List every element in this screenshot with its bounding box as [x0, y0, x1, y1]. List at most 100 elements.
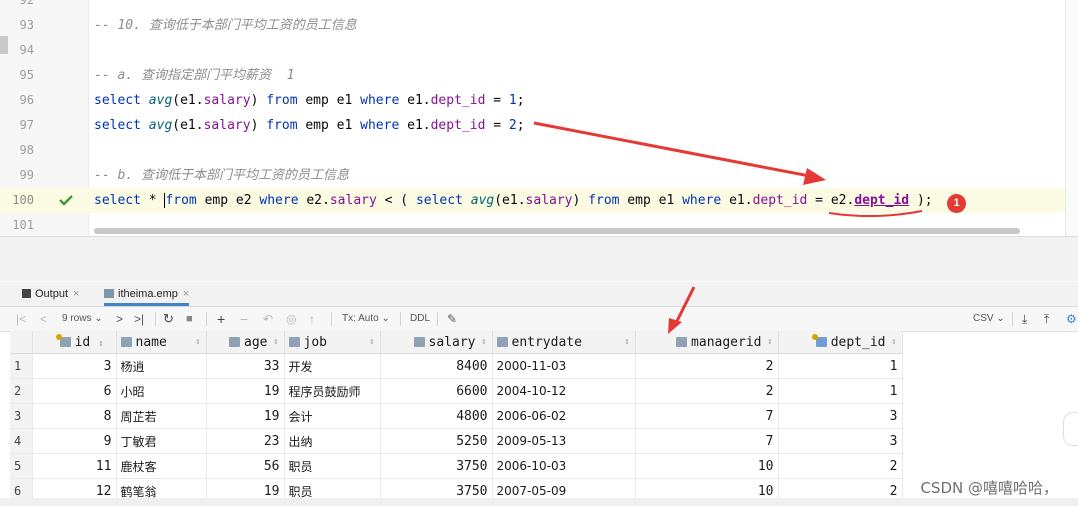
table-cell[interactable]: 2006-06-02 [492, 403, 636, 429]
upload-icon[interactable]: ⤒ [1044, 307, 1049, 331]
table-cell[interactable]: 8400 [380, 353, 493, 379]
code-text[interactable]: select * from emp e2 where e2.salary < (… [94, 188, 933, 213]
table-cell[interactable]: 7 [635, 428, 779, 454]
table-cell[interactable]: 3 [32, 353, 117, 379]
sort-icon[interactable]: ⇕ [481, 331, 486, 353]
table-cell[interactable]: 开发 [284, 353, 381, 379]
table-row[interactable]: 5 11 鹿杖客 56 职员 3750 2006-10-03 10 2 [10, 453, 903, 479]
column-header-age[interactable]: age ⇕ [206, 331, 285, 354]
tab-output[interactable]: Output × [22, 282, 79, 306]
table-cell[interactable]: 2006-10-03 [492, 453, 636, 479]
settings-icon[interactable]: ⚙ [1066, 307, 1077, 331]
revert-icon[interactable]: ↶ [263, 307, 273, 331]
code-text[interactable]: -- 10. 查询低于本部门平均工资的员工信息 [94, 13, 357, 38]
refresh-icon[interactable]: ↻ [163, 307, 174, 331]
table-cell[interactable]: 会计 [284, 403, 381, 429]
table-cell[interactable]: 丁敏君 [116, 428, 207, 454]
table-cell[interactable]: 鹿杖客 [116, 453, 207, 479]
export-format-select[interactable]: CSV ⌄ [973, 307, 1005, 331]
table-cell[interactable]: 5250 [380, 428, 493, 454]
code-text[interactable]: -- b. 查询低于本部门平均工资的员工信息 [94, 163, 349, 188]
stop-icon[interactable]: ■ [186, 307, 193, 331]
table-cell[interactable]: 2004-10-12 [492, 378, 636, 404]
table-cell[interactable]: 33 [206, 353, 285, 379]
preview-icon[interactable]: ◎ [286, 307, 296, 331]
table-cell[interactable]: 小昭 [116, 378, 207, 404]
editor-horizontal-scrollbar[interactable] [94, 228, 1020, 234]
table-cell[interactable]: 2 [635, 378, 779, 404]
sort-icon[interactable]: ⇕ [891, 331, 896, 353]
table-cell[interactable]: 6600 [380, 378, 493, 404]
table-cell[interactable]: 职员 [284, 453, 381, 479]
table-cell[interactable]: 程序员鼓励师 [284, 378, 381, 404]
table-row[interactable]: 2 6 小昭 19 程序员鼓励师 6600 2004-10-12 2 1 [10, 378, 903, 404]
table-cell[interactable]: 10 [635, 453, 779, 479]
table-row[interactable]: 4 9 丁敏君 23 出纳 5250 2009-05-13 7 3 [10, 428, 903, 454]
table-cell[interactable]: 出纳 [284, 428, 381, 454]
sql-editor[interactable]: 92 93 -- 10. 查询低于本部门平均工资的员工信息 94 95 -- a. 查询指… [0, 0, 1078, 236]
table-cell[interactable]: 2 [635, 353, 779, 379]
table-cell[interactable]: 4800 [380, 403, 493, 429]
table-cell[interactable]: 3 [778, 428, 903, 454]
row-count-select[interactable]: 9 rows ⌄ [62, 307, 103, 331]
table-cell[interactable]: 11 [32, 453, 117, 479]
table-row[interactable]: 3 8 周芷若 19 会计 4800 2006-06-02 7 3 [10, 403, 903, 429]
result-grid[interactable]: id ⇕ name ⇕ age ⇕ job ⇕ salary ⇕ entrydate ⇕ … [10, 331, 903, 504]
grid-horizontal-scrollbar[interactable] [0, 498, 1078, 506]
code-text[interactable]: select avg(e1.salary) from emp e1 where … [94, 88, 525, 113]
column-header-id[interactable]: id ⇕ [32, 331, 117, 354]
table-cell[interactable]: 7 [635, 403, 779, 429]
table-cell[interactable]: 19 [206, 378, 285, 404]
code-line[interactable]: 100 select * from emp e2 where e2.salary … [0, 188, 1078, 213]
code-line[interactable]: 93 -- 10. 查询低于本部门平均工资的员工信息 [0, 13, 1078, 38]
table-row[interactable]: 1 3 杨逍 33 开发 8400 2000-11-03 2 1 [10, 353, 903, 379]
code-line[interactable]: 95 -- a. 查询指定部门平均薪资 1 [0, 63, 1078, 88]
code-line[interactable]: 92 [0, 0, 1078, 13]
code-line[interactable]: 99 -- b. 查询低于本部门平均工资的员工信息 [0, 163, 1078, 188]
download-icon[interactable]: ⤓ [1022, 307, 1027, 331]
table-cell[interactable]: 23 [206, 428, 285, 454]
column-header-managerid[interactable]: managerid ⇕ [635, 331, 779, 354]
delete-row-icon[interactable]: − [240, 307, 248, 331]
table-cell[interactable]: 2000-11-03 [492, 353, 636, 379]
column-header-name[interactable]: name ⇕ [116, 331, 207, 354]
submit-icon[interactable]: ↑ [309, 307, 315, 331]
code-text[interactable]: select avg(e1.salary) from emp e1 where … [94, 113, 525, 138]
table-cell[interactable]: 56 [206, 453, 285, 479]
code-line[interactable]: 96 select avg(e1.salary) from emp e1 wher… [0, 88, 1078, 113]
code-text[interactable]: -- a. 查询指定部门平均薪资 1 [94, 63, 294, 88]
next-page-icon[interactable]: > [116, 307, 123, 331]
pin-icon[interactable]: ✎ [447, 307, 457, 331]
add-row-icon[interactable]: + [217, 307, 225, 331]
table-cell[interactable]: 2009-05-13 [492, 428, 636, 454]
table-cell[interactable]: 3 [778, 403, 903, 429]
table-cell[interactable]: 8 [32, 403, 117, 429]
close-icon[interactable]: × [183, 288, 189, 300]
table-cell[interactable]: 19 [206, 403, 285, 429]
sort-icon[interactable]: ⇕ [369, 331, 374, 353]
column-header-salary[interactable]: salary ⇕ [380, 331, 493, 354]
table-cell[interactable]: 杨逍 [116, 353, 207, 379]
ddl-button[interactable]: DDL [410, 307, 430, 331]
sort-icon[interactable]: ⇕ [624, 331, 629, 353]
column-header-dept-id[interactable]: dept_id ⇕ [778, 331, 903, 354]
first-page-icon[interactable]: |< [16, 307, 26, 331]
sort-icon[interactable]: ⇕ [195, 331, 200, 353]
floating-assistant-handle[interactable] [1063, 412, 1078, 446]
tab-emp[interactable]: itheima.emp × [104, 282, 190, 306]
table-cell[interactable]: 1 [778, 378, 903, 404]
table-cell[interactable]: 6 [32, 378, 117, 404]
last-page-icon[interactable]: >| [134, 307, 144, 331]
code-line[interactable]: 94 [0, 38, 1078, 63]
code-line[interactable]: 97 select avg(e1.salary) from emp e1 wher… [0, 113, 1078, 138]
transaction-mode-select[interactable]: Tx: Auto ⌄ [342, 307, 390, 331]
table-cell[interactable]: 周芷若 [116, 403, 207, 429]
code-line[interactable]: 98 [0, 138, 1078, 163]
table-cell[interactable]: 3750 [380, 453, 493, 479]
table-cell[interactable]: 2 [778, 453, 903, 479]
column-header-job[interactable]: job ⇕ [284, 331, 381, 354]
column-header-entrydate[interactable]: entrydate ⇕ [492, 331, 636, 354]
table-cell[interactable]: 1 [778, 353, 903, 379]
table-cell[interactable]: 9 [32, 428, 117, 454]
sort-icon[interactable]: ⇕ [273, 331, 278, 353]
